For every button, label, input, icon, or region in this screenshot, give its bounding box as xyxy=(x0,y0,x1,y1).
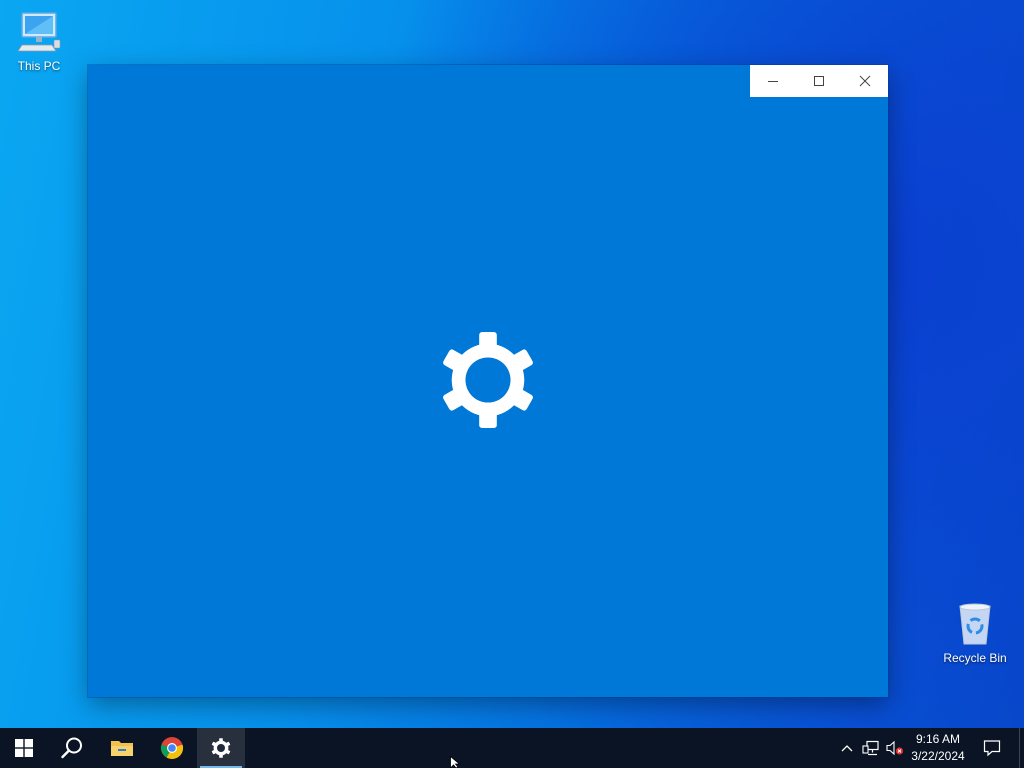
desktop-icon-recycle-bin[interactable]: Recycle Bin xyxy=(938,602,1012,665)
action-center-button[interactable] xyxy=(978,728,1006,768)
settings-window[interactable] xyxy=(88,65,888,697)
taskbar: 9:16 AM 3/22/2024 xyxy=(0,728,1024,768)
network-button[interactable] xyxy=(860,728,882,768)
mouse-cursor-icon xyxy=(450,756,461,768)
show-hidden-icons-button[interactable] xyxy=(836,728,858,768)
desktop-icon-label: Recycle Bin xyxy=(943,651,1007,665)
maximize-button[interactable] xyxy=(796,65,842,97)
close-button[interactable] xyxy=(842,65,888,97)
desktop-icon-label: This PC xyxy=(17,59,61,73)
minimize-icon xyxy=(768,81,778,82)
chevron-up-icon xyxy=(841,745,853,752)
window-caption-buttons xyxy=(750,65,888,97)
start-icon xyxy=(15,739,33,757)
chrome-icon xyxy=(160,737,184,759)
show-desktop-button[interactable] xyxy=(1019,728,1024,768)
close-icon xyxy=(859,75,871,87)
notification-icon xyxy=(983,740,1001,757)
start-button[interactable] xyxy=(0,728,48,768)
clock-time: 9:16 AM xyxy=(915,732,961,746)
maximize-icon xyxy=(814,76,824,86)
desktop-icon-this-pc[interactable]: This PC xyxy=(2,10,76,73)
recycle-bin-icon xyxy=(938,602,1012,649)
clock[interactable]: 9:16 AM 3/22/2024 xyxy=(905,728,971,768)
file-explorer-button[interactable] xyxy=(98,728,146,768)
search-icon xyxy=(61,737,82,759)
settings-taskbar-button[interactable] xyxy=(197,728,245,768)
search-button[interactable] xyxy=(48,728,96,768)
network-icon xyxy=(862,740,879,756)
gear-icon xyxy=(443,331,533,429)
computer-icon xyxy=(2,10,76,57)
file-explorer-icon xyxy=(111,741,133,756)
volume-button[interactable] xyxy=(884,728,906,768)
chrome-button[interactable] xyxy=(148,728,196,768)
clock-date: 3/22/2024 xyxy=(911,749,965,763)
settings-icon xyxy=(211,738,231,758)
volume-muted-icon xyxy=(886,740,904,756)
minimize-button[interactable] xyxy=(750,65,796,97)
